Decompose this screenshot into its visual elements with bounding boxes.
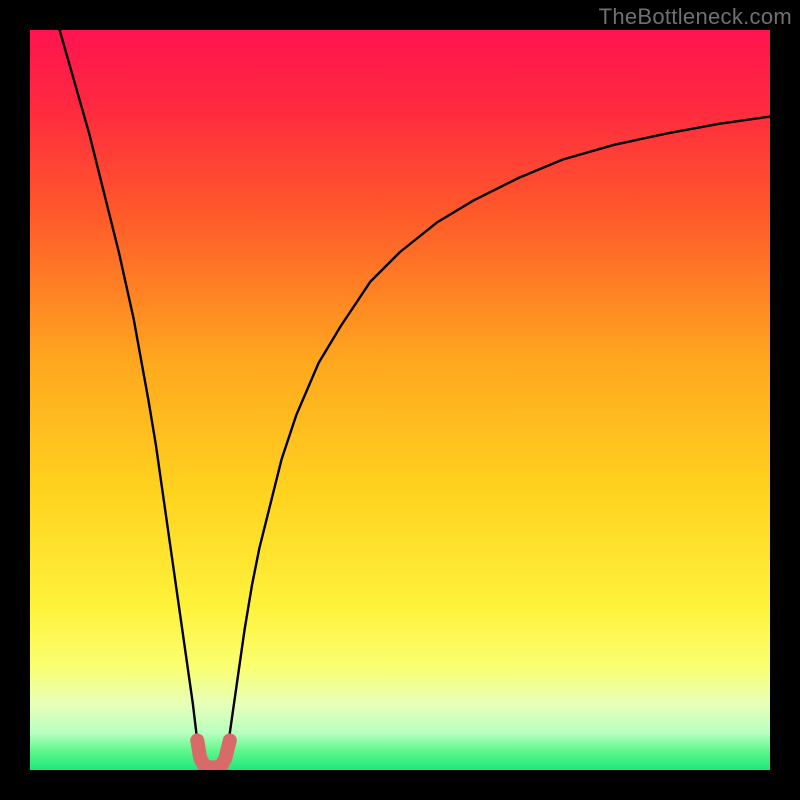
plot-area — [30, 30, 770, 770]
plot-svg — [30, 30, 770, 770]
watermark-text: TheBottleneck.com — [599, 4, 792, 30]
gradient-background — [30, 30, 770, 770]
chart-frame: TheBottleneck.com — [0, 0, 800, 800]
